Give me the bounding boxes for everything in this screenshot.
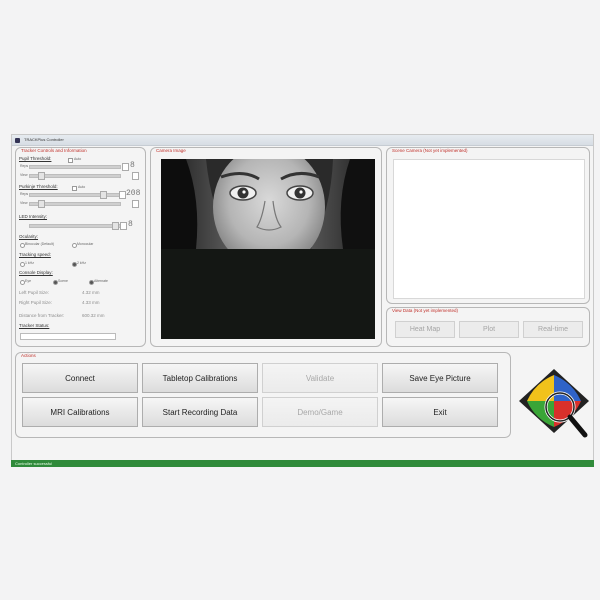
connect-button[interactable]: Connect [22,363,138,393]
led-intensity-value: 8 [128,220,133,229]
save-eye-picture-button[interactable]: Save Eye Picture [382,363,498,393]
pupil-threshold-spinner[interactable] [122,163,129,171]
purkinje-threshold-spinner[interactable] [119,191,126,199]
tracking-speed-label: Tracking speed: [19,252,51,257]
pupil-auto-checkbox[interactable] [68,158,73,163]
purkinje-auto-label: Auto [78,185,86,189]
left-pupil-value: 4.32 mm [82,290,100,295]
tracker-status-label: Tracker Status: [19,323,50,328]
tracker-status-field [20,333,116,340]
left-pupil-label: Left Pupil Size: [19,290,50,295]
scene-panel-title: Scene Camera (Not yet implemented) [392,148,468,153]
scene-camera-panel: Scene Camera (Not yet implemented) [386,147,590,304]
camera-panel-title: Camera Image [156,148,186,153]
validate-button[interactable]: Validate [262,363,378,393]
plot-button[interactable]: Plot [459,321,519,338]
actions-panel-title: Actions [21,353,36,358]
status-text: Controller successful [15,461,53,466]
led-intensity-slider[interactable] [29,224,121,228]
demo-game-button[interactable]: Demo/Game [262,397,378,427]
speed-1khz-label: 1 kHz [25,261,34,265]
purkinje-threshold-value: 208 [126,189,141,198]
eye-magnifier-logo-icon [519,369,589,438]
camera-image-panel: Camera Image [150,147,382,347]
start-recording-button[interactable]: Start Recording Data [142,397,258,427]
distance-label: Distance from Tracker: [19,313,65,318]
tracker-panel-title: Tracker Controls and Information [21,148,87,153]
ocularity-monocular-label: Monocular [77,242,94,246]
console-display-label: Console Display: [19,270,53,275]
pupil-view-label: View [20,173,28,177]
purkinje-view-spinner[interactable] [132,200,139,208]
title-bar: TRACKPlus Controller [12,135,593,146]
ocularity-label: Ocularity: [19,234,39,239]
purkinje-reps-label: Reps [20,192,29,196]
pupil-threshold-label: Pupil Threshold: [19,156,52,161]
purkinje-view-thumb[interactable] [38,200,45,208]
pupil-reps-label: Reps [20,164,29,168]
led-intensity-thumb[interactable] [112,222,119,230]
pupil-auto-label: Auto [74,157,82,161]
tracker-controls-panel: Tracker Controls and Information Pupil T… [15,147,146,347]
window-title: TRACKPlus Controller [24,137,64,142]
distance-value: 600.32 mm [82,313,105,318]
purkinje-threshold-label: Purkinje Threshold: [19,184,58,189]
actions-panel: Actions Connect Tabletop Calibrations Va… [15,352,511,438]
view-panel-title: View Data (Not yet implemented) [392,308,458,313]
right-pupil-value: 4.33 mm [82,300,100,305]
app-window: TRACKPlus Controller Tracker Controls an… [11,134,594,467]
scene-camera-view [393,159,585,299]
purkinje-threshold-thumb[interactable] [100,191,107,199]
tabletop-calibrations-button[interactable]: Tabletop Calibrations [142,363,258,393]
ocularity-binocular-label: Binocular (Default) [25,242,54,246]
console-alternate-label: Alternate [94,279,109,283]
purkinje-threshold-slider[interactable] [29,193,121,197]
heat-map-button[interactable]: Heat Map [395,321,455,338]
view-data-panel: View Data (Not yet implemented) Heat Map… [386,307,590,347]
pupil-view-thumb[interactable] [38,172,45,180]
right-pupil-label: Right Pupil Size: [19,300,53,305]
console-scene-label: Scene [58,279,68,283]
app-icon [15,138,20,143]
real-time-button[interactable]: Real-time [523,321,583,338]
camera-feed [161,159,375,339]
mri-calibrations-button[interactable]: MRI Calibrations [22,397,138,427]
led-intensity-spinner[interactable] [120,222,127,230]
speed-2khz-label: 2 kHz [77,261,86,265]
purkinje-view-label: View [20,201,28,205]
led-intensity-label: LED Intensity: [19,214,48,219]
exit-button[interactable]: Exit [382,397,498,427]
pupil-threshold-slider[interactable] [29,165,121,169]
status-bar: Controller successful [11,460,594,467]
pupil-threshold-value: 8 [130,161,135,170]
console-eye-label: Eye [25,279,32,283]
purkinje-auto-checkbox[interactable] [72,186,77,191]
pupil-view-spinner[interactable] [132,172,139,180]
